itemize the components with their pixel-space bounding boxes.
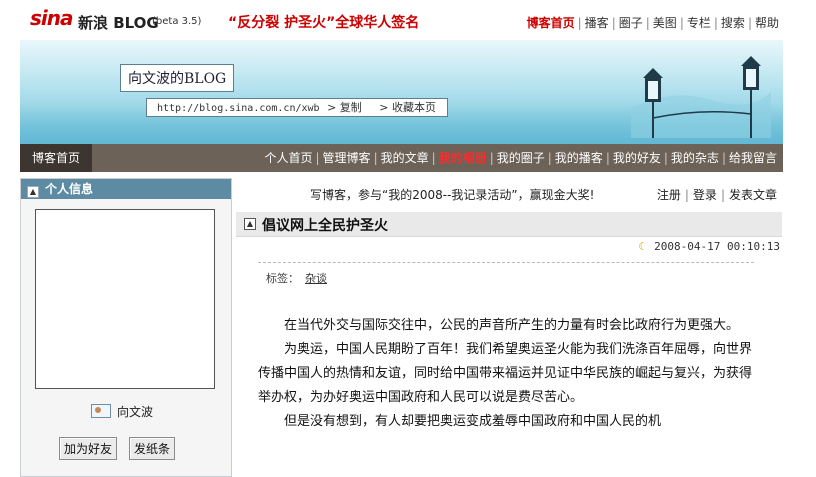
- separator: |: [605, 151, 610, 165]
- collapse-icon[interactable]: ▲: [244, 218, 256, 230]
- post-date: 2008-04-17 00:10:13: [654, 240, 780, 253]
- send-note-button[interactable]: 发纸条: [129, 437, 176, 460]
- bookmark-link[interactable]: > 收藏本页: [379, 101, 436, 114]
- separator: |: [611, 16, 616, 30]
- blog-brand: 新浪 BLOG: [78, 14, 159, 32]
- user-card-icon: [91, 404, 111, 418]
- profile-panel: ▲ 个人信息 向文波 加为好友 发纸条: [20, 178, 232, 477]
- main-nav-bar: 博客首页 个人首页 | 管理博客 | 我的文章 | 我的相册 | 我的圈子 | 我的播客 | 我的好友 |…: [20, 144, 783, 172]
- tag-link[interactable]: 杂谈: [305, 272, 327, 285]
- avatar: [35, 209, 215, 389]
- separator: |: [577, 16, 582, 30]
- post-header: ▲ 倡议网上全民护圣火: [236, 212, 782, 237]
- copy-url-link[interactable]: > 复制: [327, 101, 362, 114]
- tag-label: 标签：: [266, 272, 299, 285]
- nav-my-podcast[interactable]: 我的播客: [555, 151, 603, 165]
- profile-actions: 加为好友 发纸条: [59, 437, 187, 460]
- add-friend-button[interactable]: 加为好友: [59, 437, 118, 460]
- separator: |: [547, 151, 552, 165]
- collapse-icon[interactable]: ▲: [27, 186, 39, 198]
- nav-links: 个人首页 | 管理博客 | 我的文章 | 我的相册 | 我的圈子 | 我的播客 | 我的好友 | 我的杂志 |…: [264, 144, 777, 172]
- beta-version: (beta 3.5): [152, 16, 202, 27]
- blog-title: 向文波的BLOG: [120, 64, 235, 92]
- nav-my-magazine[interactable]: 我的杂志: [671, 151, 719, 165]
- top-nav: 博客首页 | 播客 | 圈子 | 美图 | 专栏 | 搜索 | 帮助: [527, 14, 779, 31]
- separator: |: [721, 151, 726, 165]
- separator: |: [713, 16, 718, 30]
- blog-url: http://blog.sina.com.cn/xwb: [157, 103, 320, 114]
- nav-my-circles[interactable]: 我的圈子: [497, 151, 545, 165]
- register-link[interactable]: 注册: [657, 188, 681, 202]
- separator: |: [645, 16, 650, 30]
- sina-logo[interactable]: sina: [30, 6, 73, 30]
- nav-my-articles[interactable]: 我的文章: [381, 151, 429, 165]
- top-nav-circles[interactable]: 圈子: [619, 16, 643, 30]
- separator: |: [720, 188, 725, 202]
- post-paragraph: 但是没有想到，有人却要把奥运变成羞辱中国政府和中国人民的机: [284, 414, 662, 429]
- separator: |: [315, 151, 320, 165]
- top-nav-photos[interactable]: 美图: [653, 16, 677, 30]
- separator: |: [747, 16, 752, 30]
- blog-banner: 向文波的BLOG http://blog.sina.com.cn/xwb > 复…: [20, 40, 783, 144]
- street-lamp-illustration: [631, 56, 771, 138]
- nav-personal-home[interactable]: 个人首页: [264, 151, 312, 165]
- page-right-margin: [783, 0, 816, 475]
- promo-link[interactable]: 写博客，参与“我的2008--我记录活动”，赢现金大奖!: [310, 186, 594, 203]
- separator: |: [431, 151, 436, 165]
- top-bar: sina 新浪 BLOG (beta 3.5) “反分裂 护圣火”全球华人签名 …: [20, 0, 783, 40]
- separator: |: [679, 16, 684, 30]
- top-nav-blog-home[interactable]: 博客首页: [527, 16, 575, 30]
- post-title: 倡议网上全民护圣火: [262, 218, 388, 234]
- top-nav-search[interactable]: 搜索: [721, 16, 745, 30]
- separator: |: [663, 151, 668, 165]
- separator: |: [684, 188, 689, 202]
- profile-name[interactable]: 向文波: [117, 405, 153, 419]
- top-nav-help[interactable]: 帮助: [755, 16, 779, 30]
- campaign-slogan-link[interactable]: “反分裂 护圣火”全球华人签名: [228, 12, 419, 32]
- post-paragraph: 在当代外交与国际交往中，公民的声音所产生的力量有时会比政府行为更强大。: [284, 318, 740, 333]
- user-links: 注册 | 登录 | 发表文章: [657, 186, 777, 203]
- nav-blog-home[interactable]: 博客首页: [20, 144, 92, 172]
- top-nav-columns[interactable]: 专栏: [687, 16, 711, 30]
- nav-my-album[interactable]: 我的相册: [439, 151, 487, 165]
- profile-header-label: 个人信息: [45, 182, 94, 196]
- nav-manage-blog[interactable]: 管理博客: [323, 151, 371, 165]
- top-nav-podcast[interactable]: 播客: [585, 16, 609, 30]
- profile-name-line: 向文波: [91, 403, 153, 420]
- profile-panel-header: ▲ 个人信息: [21, 179, 231, 199]
- post-paragraph: 为奥运，中国人民期盼了百年！我们希望奥运圣火能为我们洗涤百年屈辱，向世界传播中国…: [258, 342, 753, 405]
- nav-leave-message[interactable]: 给我留言: [729, 151, 777, 165]
- moon-icon: ☾: [638, 240, 649, 253]
- post-date-line: ☾ 2008-04-17 00:10:13: [638, 240, 780, 253]
- post-body: 在当代外交与国际交往中，公民的声音所产生的力量有时会比政府行为更强大。 为奥运，…: [258, 314, 758, 434]
- separator: |: [489, 151, 494, 165]
- tag-line: 标签： 杂谈: [258, 262, 754, 286]
- nav-my-friends[interactable]: 我的好友: [613, 151, 661, 165]
- separator: |: [373, 151, 378, 165]
- login-link[interactable]: 登录: [693, 188, 717, 202]
- blog-url-box: http://blog.sina.com.cn/xwb > 复制 > 收藏本页: [146, 98, 448, 117]
- post-article-link[interactable]: 发表文章: [729, 188, 777, 202]
